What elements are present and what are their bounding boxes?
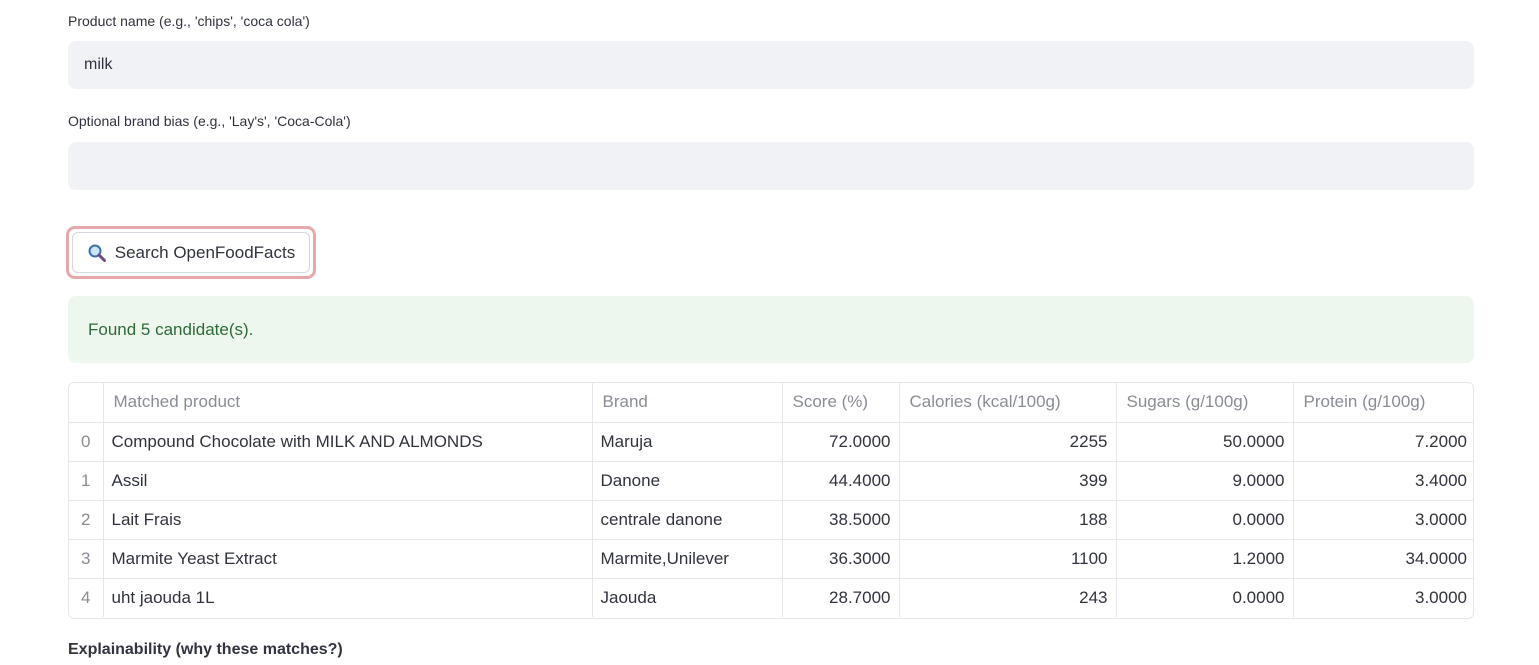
row-index: 4 xyxy=(69,578,104,617)
cell-sugars[interactable]: 50.0000 xyxy=(1116,422,1294,462)
success-alert: Found 5 candidate(s). xyxy=(68,296,1474,363)
column-header-score[interactable]: Score (%) xyxy=(782,383,900,423)
table-row[interactable]: 4 uht jaouda 1L Jaouda 28.7000 243 0.000… xyxy=(69,578,1473,617)
table-header-row: Matched product Brand Score (%) Calories… xyxy=(69,383,1473,423)
cell-sugars[interactable]: 1.2000 xyxy=(1116,539,1294,579)
cell-sugars[interactable]: 9.0000 xyxy=(1116,461,1294,501)
cell-matched-product[interactable]: Marmite Yeast Extract xyxy=(103,539,593,579)
cell-score[interactable]: 38.5000 xyxy=(782,500,900,540)
table-row[interactable]: 3 Marmite Yeast Extract Marmite,Unilever… xyxy=(69,539,1473,579)
cell-calories[interactable]: 2255 xyxy=(899,422,1117,462)
results-table[interactable]: Matched product Brand Score (%) Calories… xyxy=(68,382,1474,619)
product-name-input[interactable] xyxy=(68,41,1474,89)
cell-sugars[interactable]: 0.0000 xyxy=(1116,500,1294,540)
cell-protein[interactable]: 34.0000 xyxy=(1293,539,1473,579)
row-index: 0 xyxy=(69,422,104,462)
cell-score[interactable]: 72.0000 xyxy=(782,422,900,462)
table-row[interactable]: 2 Lait Frais centrale danone 38.5000 188… xyxy=(69,500,1473,540)
success-message: Found 5 candidate(s). xyxy=(88,319,254,339)
column-header-brand[interactable]: Brand xyxy=(592,383,783,423)
cell-brand[interactable]: Marmite,Unilever xyxy=(592,539,783,579)
search-openfoodfacts-button[interactable]: Search OpenFoodFacts xyxy=(66,226,316,279)
cell-matched-product[interactable]: uht jaouda 1L xyxy=(103,578,593,617)
cell-brand[interactable]: Jaouda xyxy=(592,578,783,617)
column-header-calories[interactable]: Calories (kcal/100g) xyxy=(899,383,1117,423)
row-index: 2 xyxy=(69,500,104,540)
magnifier-icon xyxy=(87,243,107,263)
cell-calories[interactable]: 188 xyxy=(899,500,1117,540)
cell-score[interactable]: 36.3000 xyxy=(782,539,900,579)
cell-calories[interactable]: 1100 xyxy=(899,539,1117,579)
cell-matched-product[interactable]: Compound Chocolate with MILK AND ALMONDS xyxy=(103,422,593,462)
table-row[interactable]: 1 Assil Danone 44.4000 399 9.0000 3.4000 xyxy=(69,461,1473,501)
cell-sugars[interactable]: 0.0000 xyxy=(1116,578,1294,617)
cell-score[interactable]: 28.7000 xyxy=(782,578,900,617)
column-header-matched-product[interactable]: Matched product xyxy=(103,383,593,423)
row-index: 3 xyxy=(69,539,104,579)
cell-calories[interactable]: 399 xyxy=(899,461,1117,501)
cell-brand[interactable]: centrale danone xyxy=(592,500,783,540)
cell-brand[interactable]: Danone xyxy=(592,461,783,501)
brand-bias-input[interactable] xyxy=(68,142,1474,190)
row-index: 1 xyxy=(69,461,104,501)
explainability-heading: Explainability (why these matches?) xyxy=(68,641,343,658)
cell-matched-product[interactable]: Assil xyxy=(103,461,593,501)
cell-protein[interactable]: 3.4000 xyxy=(1293,461,1473,501)
search-button-inner: Search OpenFoodFacts xyxy=(72,232,310,273)
column-header-sugars[interactable]: Sugars (g/100g) xyxy=(1116,383,1294,423)
table-row[interactable]: 0 Compound Chocolate with MILK AND ALMON… xyxy=(69,422,1473,462)
cell-protein[interactable]: 7.2000 xyxy=(1293,422,1473,462)
cell-protein[interactable]: 3.0000 xyxy=(1293,500,1473,540)
cell-score[interactable]: 44.4000 xyxy=(782,461,900,501)
column-header-index[interactable] xyxy=(69,383,104,423)
cell-matched-product[interactable]: Lait Frais xyxy=(103,500,593,540)
search-button-label: Search OpenFoodFacts xyxy=(114,242,296,262)
cell-brand[interactable]: Maruja xyxy=(592,422,783,462)
cell-protein[interactable]: 3.0000 xyxy=(1293,578,1473,617)
cell-calories[interactable]: 243 xyxy=(899,578,1117,617)
app-page: Product name (e.g., 'chips', 'coca cola'… xyxy=(0,0,1539,665)
brand-bias-label: Optional brand bias (e.g., 'Lay's', 'Coc… xyxy=(68,113,351,129)
product-name-label: Product name (e.g., 'chips', 'coca cola'… xyxy=(68,13,310,29)
column-header-protein[interactable]: Protein (g/100g) xyxy=(1293,383,1473,423)
